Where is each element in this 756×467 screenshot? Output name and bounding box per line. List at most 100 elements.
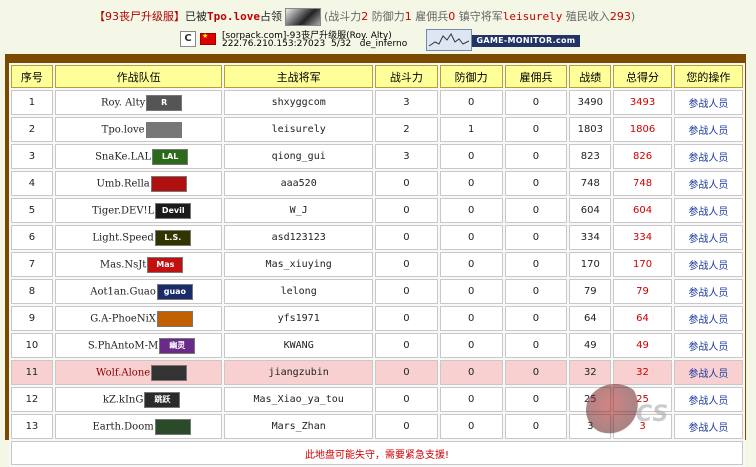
- team-name[interactable]: Tiger.DEV!L: [92, 205, 154, 216]
- row-action[interactable]: 参战人员: [673, 198, 743, 223]
- team-name[interactable]: SnaKe.LAL: [95, 151, 151, 162]
- row-record: 49: [569, 333, 612, 358]
- row-team[interactable]: Aot1an.Guao guao: [54, 279, 223, 304]
- team-name[interactable]: Roy. Alty: [101, 97, 145, 108]
- table-row: 7 Mas.NsJt Mas Mas_xiuying 0 0 0 170 170 参战人员: [11, 252, 743, 277]
- view-participants-link[interactable]: 参战人员: [688, 234, 728, 245]
- team-name[interactable]: S.PhAntoM-M: [88, 340, 158, 351]
- row-action[interactable]: 参战人员: [673, 306, 743, 331]
- view-participants-link[interactable]: 参战人员: [688, 261, 728, 272]
- team-name[interactable]: Earth.Doom: [92, 421, 153, 432]
- player-graph-icon: [426, 29, 472, 51]
- row-action[interactable]: 参战人员: [673, 360, 743, 385]
- row-team[interactable]: kZ.kInG 跳跃: [54, 387, 223, 412]
- team-name[interactable]: kZ.kInG: [103, 394, 143, 405]
- row-action[interactable]: 参战人员: [673, 279, 743, 304]
- team-logo-icon: L.S.: [154, 229, 191, 246]
- team-name[interactable]: Umb.Rella: [96, 178, 149, 189]
- cs-game-icon: C: [180, 31, 196, 47]
- row-def: 0: [439, 90, 503, 115]
- row-def: 1: [439, 117, 503, 142]
- row-team[interactable]: Umb.Rella: [54, 171, 223, 196]
- row-team[interactable]: G.A-PhoeNiX: [54, 306, 223, 331]
- row-atk: 0: [374, 360, 438, 385]
- view-participants-link[interactable]: 参战人员: [688, 153, 728, 164]
- row-action[interactable]: 参战人员: [673, 333, 743, 358]
- game-monitor-logo: GAME-MONITOR.com: [472, 35, 580, 47]
- team-name[interactable]: Tpo.love: [102, 124, 145, 135]
- row-atk: 0: [374, 387, 438, 412]
- view-participants-link[interactable]: 参战人员: [688, 207, 728, 218]
- row-team[interactable]: SnaKe.LAL LAL: [54, 144, 223, 169]
- row-action[interactable]: 参战人员: [673, 387, 743, 412]
- team-name[interactable]: Mas.NsJt: [100, 259, 146, 270]
- col-header-record: 战绩: [569, 65, 612, 88]
- row-merc: 0: [504, 387, 568, 412]
- bracket-close: 】: [174, 10, 185, 23]
- row-team[interactable]: Roy. Alty R: [54, 90, 223, 115]
- team-logo-icon: Devil: [155, 202, 192, 219]
- row-record: 32: [569, 360, 612, 385]
- team-name[interactable]: Wolf.Alone: [96, 367, 150, 378]
- row-action[interactable]: 参战人员: [673, 252, 743, 277]
- col-header-atk: 战斗力: [374, 65, 438, 88]
- row-total: 334: [613, 225, 672, 250]
- team-name[interactable]: Aot1an.Guao: [90, 286, 156, 297]
- view-participants-link[interactable]: 参战人员: [688, 99, 728, 110]
- row-team[interactable]: Tpo.love: [54, 117, 223, 142]
- col-header-team: 作战队伍: [54, 65, 223, 88]
- row-def: 0: [439, 279, 503, 304]
- view-participants-link[interactable]: 参战人员: [688, 288, 728, 299]
- row-team[interactable]: Wolf.Alone: [54, 360, 223, 385]
- view-participants-link[interactable]: 参战人员: [688, 315, 728, 326]
- view-participants-link[interactable]: 参战人员: [688, 423, 728, 434]
- row-total: 604: [613, 198, 672, 223]
- row-atk: 0: [374, 414, 438, 439]
- row-merc: 0: [504, 144, 568, 169]
- row-action[interactable]: 参战人员: [673, 144, 743, 169]
- row-atk: 0: [374, 333, 438, 358]
- row-merc: 0: [504, 252, 568, 277]
- row-team[interactable]: Light.Speed L.S.: [54, 225, 223, 250]
- row-action[interactable]: 参战人员: [673, 225, 743, 250]
- row-record: 170: [569, 252, 612, 277]
- team-name[interactable]: Light.Speed: [92, 232, 153, 243]
- bracket-open: 【: [94, 10, 105, 23]
- stat-income-value: 293: [609, 10, 631, 23]
- row-team[interactable]: Tiger.DEV!L Devil: [54, 198, 223, 223]
- owner-team[interactable]: Tpo.love: [207, 10, 260, 23]
- row-total: 1806: [613, 117, 672, 142]
- row-merc: 0: [504, 306, 568, 331]
- view-participants-link[interactable]: 参战人员: [688, 369, 728, 380]
- row-general: asd123123: [224, 225, 373, 250]
- row-action[interactable]: 参战人员: [673, 414, 743, 439]
- view-participants-link[interactable]: 参战人员: [688, 342, 728, 353]
- server-banner-info: 222.76.210.153:27023 5/32 de_inferno: [222, 39, 407, 49]
- row-no: 3: [11, 144, 53, 169]
- stat-atk-label: (战斗力: [323, 10, 362, 23]
- row-total: 170: [613, 252, 672, 277]
- view-participants-link[interactable]: 参战人员: [688, 180, 728, 191]
- row-team[interactable]: Earth.Doom: [54, 414, 223, 439]
- row-def: 0: [439, 387, 503, 412]
- row-def: 0: [439, 171, 503, 196]
- row-def: 0: [439, 414, 503, 439]
- team-logo-icon: Mas: [147, 256, 184, 273]
- team-logo-icon: 跳跃: [144, 391, 181, 408]
- server-banner[interactable]: C [sorpack.com]-93丧尸升级服(Roy. Alty) 222.7…: [180, 28, 580, 51]
- stat-merc-label: 雇佣兵: [411, 10, 449, 23]
- table-row: 4 Umb.Rella aaa520 0 0 0 748 748 参战人员: [11, 171, 743, 196]
- row-no: 6: [11, 225, 53, 250]
- row-action[interactable]: 参战人员: [673, 90, 743, 115]
- view-participants-link[interactable]: 参战人员: [688, 126, 728, 137]
- row-total: 64: [613, 306, 672, 331]
- row-action[interactable]: 参战人员: [673, 117, 743, 142]
- view-participants-link[interactable]: 参战人员: [688, 396, 728, 407]
- row-action[interactable]: 参战人员: [673, 171, 743, 196]
- row-team[interactable]: S.PhAntoM-M 幽灵: [54, 333, 223, 358]
- row-no: 10: [11, 333, 53, 358]
- table-row: 6 Light.Speed L.S. asd123123 0 0 0 334 334 参战人员: [11, 225, 743, 250]
- team-name[interactable]: G.A-PhoeNiX: [90, 313, 156, 324]
- table-row: 3 SnaKe.LAL LAL qiong_gui 3 0 0 823 826 参战人员: [11, 144, 743, 169]
- row-team[interactable]: Mas.NsJt Mas: [54, 252, 223, 277]
